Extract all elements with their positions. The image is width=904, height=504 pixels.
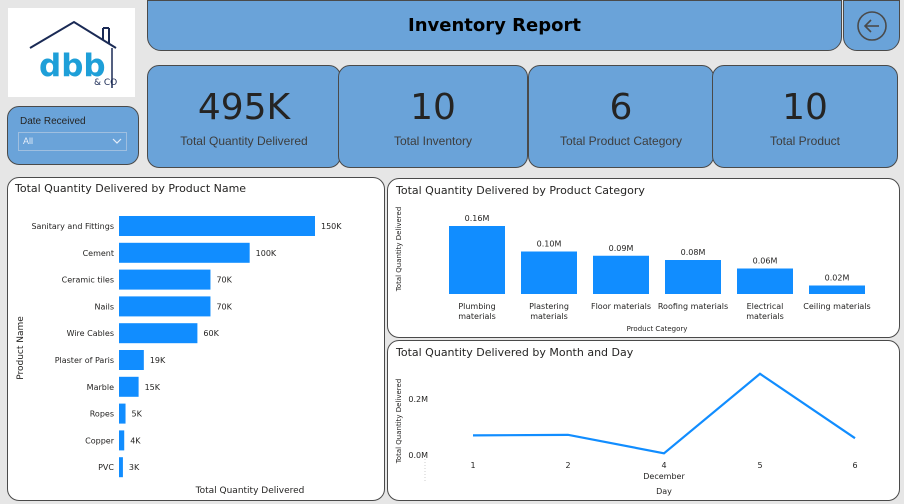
kpi-card-total-inventory: 10 Total Inventory (338, 65, 528, 168)
chart-panel-product-name: Total Quantity Delivered by Product Name… (7, 177, 385, 501)
tick-label-x: Plastering (529, 302, 569, 311)
back-button[interactable] (843, 0, 900, 51)
axis-label-x-group: December (643, 472, 685, 481)
axis-label-x: Day (656, 487, 672, 496)
kpi-card-total-product-category: 6 Total Product Category (528, 65, 714, 168)
data-label: 0.08M (681, 248, 706, 257)
series-line[interactable] (472, 372, 856, 455)
tick-label-x: 1 (470, 461, 475, 470)
data-label: 0.09M (609, 244, 634, 253)
axis-label-y: Product Name (16, 316, 26, 380)
bar[interactable] (593, 255, 649, 294)
kpi-card-total-product: 10 Total Product (712, 65, 898, 168)
bar[interactable] (737, 268, 793, 295)
page-title: Inventory Report (408, 15, 581, 36)
data-label: 15K (145, 383, 161, 392)
data-label: 19K (150, 356, 166, 365)
bar[interactable] (521, 251, 577, 295)
kpi-value: 6 (609, 86, 633, 128)
date-received-dropdown[interactable]: All (18, 132, 127, 151)
bar[interactable] (119, 403, 126, 424)
kpi-card-total-quantity: 495K Total Quantity Delivered (147, 65, 341, 168)
data-label: 100K (256, 249, 277, 258)
bar[interactable] (119, 350, 144, 370)
tick-label-x: materials (530, 312, 568, 321)
tick-label-x: Plumbing (458, 302, 495, 311)
month-day-line-chart: 0.0M 0.2M 1 2 4 5 6 Total Quantity Delivered D… (395, 372, 858, 496)
report-title-bar: Inventory Report (147, 0, 842, 51)
bar[interactable] (119, 376, 139, 397)
tick-label-y: Ceramic tiles (62, 276, 114, 285)
kpi-value: 10 (410, 86, 456, 128)
tick-label-x: 5 (757, 461, 762, 470)
chevron-down-icon (112, 138, 122, 144)
bar[interactable] (119, 242, 250, 263)
data-label: 70K (216, 276, 232, 285)
tick-label-y: Marble (87, 383, 114, 392)
date-received-slicer: Date Received All (7, 106, 139, 165)
chart-panel-month-day: Total Quantity Delivered by Month and Da… (387, 340, 900, 501)
axis-label-x: Product Category (627, 325, 688, 333)
data-label: 5K (132, 410, 143, 419)
kpi-label: Total Quantity Delivered (180, 133, 308, 148)
dropdown-value: All (23, 136, 34, 146)
kpi-value: 495K (197, 86, 291, 128)
product-name-bar-chart: Sanitary and Fittings 150K Cement 100K Ceram… (16, 216, 342, 496)
data-label: 150K (321, 222, 342, 231)
logo-graphic: dbb & CO (29, 20, 117, 88)
kpi-label: Total Product Category (559, 133, 683, 148)
tick-label-y: Cement (83, 249, 114, 258)
tick-label-x: Floor materials (591, 302, 651, 311)
bar[interactable] (119, 216, 315, 236)
bar[interactable] (809, 285, 865, 295)
tick-label-y: Plaster of Paris (55, 356, 114, 365)
logo-sub: & CO (94, 78, 117, 88)
tick-label-y: Ropes (90, 410, 114, 419)
bar[interactable] (119, 296, 211, 317)
tick-label-x: 4 (661, 461, 666, 470)
data-label: 0.02M (825, 274, 850, 283)
data-label: 0.06M (753, 257, 778, 266)
tick-label-y: Wire Cables (67, 329, 114, 338)
data-label: 0.10M (537, 240, 562, 249)
tick-label-x: materials (458, 312, 496, 321)
company-logo: dbb & CO (8, 8, 135, 97)
slicer-title: Date Received (20, 116, 86, 127)
tick-label-y: 0.2M (408, 395, 428, 404)
kpi-label: Total Product (769, 133, 841, 148)
tick-label-y: 0.0M (408, 451, 428, 460)
chart-panel-product-category: Total Quantity Delivered by Product Cate… (387, 178, 900, 338)
arrow-left-circle-icon (856, 10, 887, 41)
axis-label-x: Total Quantity Delivered (195, 486, 305, 496)
data-label: 70K (216, 302, 232, 311)
bar[interactable] (119, 430, 125, 451)
data-label: 60K (203, 329, 219, 338)
bar[interactable] (119, 457, 123, 478)
data-label: 3K (129, 463, 140, 472)
tick-label-y: Copper (85, 436, 115, 445)
tick-label-x: Ceiling materials (803, 302, 870, 311)
bar[interactable] (665, 260, 721, 294)
tick-label-y: Sanitary and Fittings (31, 222, 114, 231)
bar[interactable] (119, 269, 211, 290)
tick-label-x: Roofing materials (658, 302, 728, 311)
bar[interactable] (119, 323, 198, 344)
tick-label-x: 6 (852, 461, 857, 470)
tick-label-x: materials (746, 312, 784, 321)
data-label: 4K (130, 436, 141, 445)
tick-label-x: 2 (565, 461, 570, 470)
product-category-bar-chart: 0.16MPlumbingmaterials0.10MPlasteringmat… (395, 207, 871, 333)
axis-label-y: Total Quantity Delivered (395, 379, 403, 465)
tick-label-y: PVC (98, 463, 114, 472)
kpi-value: 10 (782, 86, 828, 128)
kpi-label: Total Inventory (393, 133, 473, 148)
tick-label-y: Nails (95, 302, 115, 311)
tick-label-x: Electrical (747, 302, 784, 311)
bar[interactable] (449, 226, 505, 294)
axis-label-y: Total Quantity Delivered (395, 207, 403, 293)
data-label: 0.16M (465, 214, 490, 223)
